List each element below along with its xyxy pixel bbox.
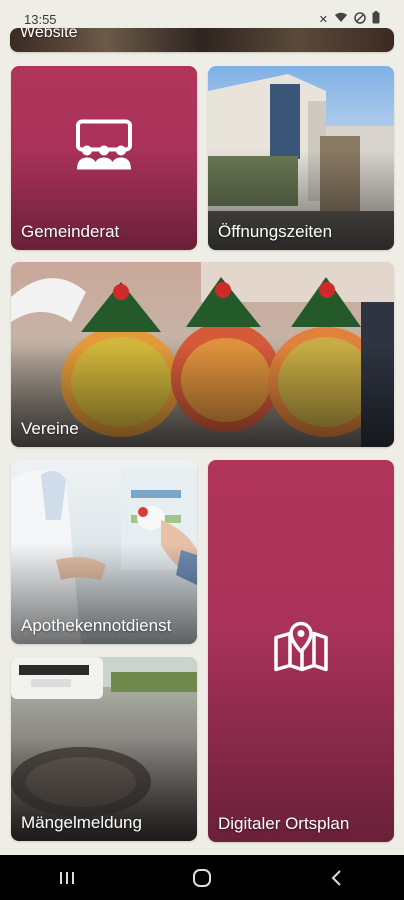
tile-vereine[interactable]: Vereine	[11, 262, 394, 447]
tile-oeffnungszeiten-label: Öffnungszeiten	[218, 222, 333, 241]
tile-maengel[interactable]: Mängelmeldung	[11, 657, 197, 841]
tile-website-label: Website	[20, 28, 78, 41]
tile-website[interactable]: Website	[10, 28, 394, 52]
tile-oeffnungszeiten[interactable]: Öffnungszeiten	[208, 66, 394, 250]
recent-apps-button[interactable]	[37, 858, 97, 898]
tile-gemeinderat[interactable]: Gemeinderat	[11, 66, 197, 250]
back-chevron-icon	[331, 869, 341, 886]
tile-gemeinderat-label: Gemeinderat	[21, 222, 120, 241]
map-location-icon	[272, 621, 330, 679]
navigation-bar	[0, 855, 404, 900]
tile-apotheken-label: Apothekennotdienst	[21, 616, 172, 635]
wifi-icon	[334, 12, 348, 26]
battery-icon	[372, 11, 380, 27]
home-circle-icon	[192, 868, 211, 887]
council-meeting-icon	[73, 119, 135, 177]
tile-vereine-label: Vereine	[21, 419, 79, 438]
status-time: 13:55	[24, 11, 57, 27]
tile-ortsplan[interactable]: Digitaler Ortsplan	[208, 460, 394, 842]
dnd-icon	[354, 11, 366, 27]
mute-icon: ✕	[318, 13, 328, 26]
back-button[interactable]	[307, 858, 367, 898]
tile-apotheken[interactable]: Apothekennotdienst	[11, 460, 197, 644]
recent-apps-icon	[60, 871, 75, 884]
tile-ortsplan-label: Digitaler Ortsplan	[218, 814, 350, 833]
tile-maengel-label: Mängelmeldung	[21, 813, 142, 832]
status-icons: ✕	[319, 11, 380, 27]
home-button[interactable]	[172, 858, 232, 898]
